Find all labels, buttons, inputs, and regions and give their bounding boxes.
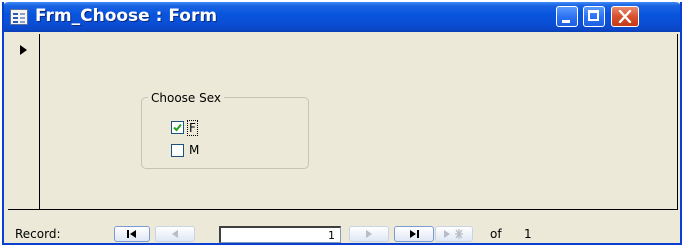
previous-record-icon — [172, 230, 178, 238]
new-record-icon — [444, 229, 463, 239]
form-window: Frm_Choose : Form Choose Sex F M Record: — [2, 2, 682, 245]
option-label-f[interactable]: F — [187, 120, 198, 136]
choose-sex-frame — [141, 97, 309, 169]
next-record-icon — [366, 230, 372, 238]
close-button[interactable] — [611, 6, 639, 27]
previous-record-button[interactable] — [155, 226, 195, 242]
first-record-button[interactable] — [114, 226, 150, 242]
checkbox-f[interactable] — [171, 121, 184, 134]
current-record-arrow-icon — [20, 45, 27, 55]
title-bar[interactable]: Frm_Choose : Form — [4, 2, 680, 32]
maximize-icon — [588, 10, 599, 21]
record-label: Record: — [15, 227, 61, 241]
checkbox-m[interactable] — [171, 144, 184, 157]
minimize-button[interactable] — [556, 6, 578, 27]
minimize-icon — [562, 20, 570, 23]
record-number-field[interactable]: 1 — [219, 226, 341, 243]
option-label-m[interactable]: M — [189, 143, 199, 157]
last-record-icon — [410, 230, 419, 238]
record-navigation-bar: Record: 1 of 1 — [8, 210, 678, 243]
current-record-number: 1 — [328, 229, 335, 242]
of-label: of — [490, 227, 502, 241]
last-record-button[interactable] — [394, 226, 434, 242]
total-records: 1 — [524, 227, 532, 241]
maximize-button[interactable] — [583, 6, 605, 27]
check-mark-icon — [173, 123, 182, 132]
next-record-button[interactable] — [349, 226, 389, 242]
new-record-button[interactable] — [435, 226, 473, 242]
form-border — [677, 34, 678, 210]
option-group-label: Choose Sex — [148, 91, 225, 105]
form-icon[interactable] — [10, 9, 28, 25]
window-title: Frm_Choose : Form — [35, 6, 218, 26]
close-icon — [618, 10, 632, 23]
record-selector[interactable] — [8, 34, 40, 210]
first-record-icon — [127, 230, 136, 238]
